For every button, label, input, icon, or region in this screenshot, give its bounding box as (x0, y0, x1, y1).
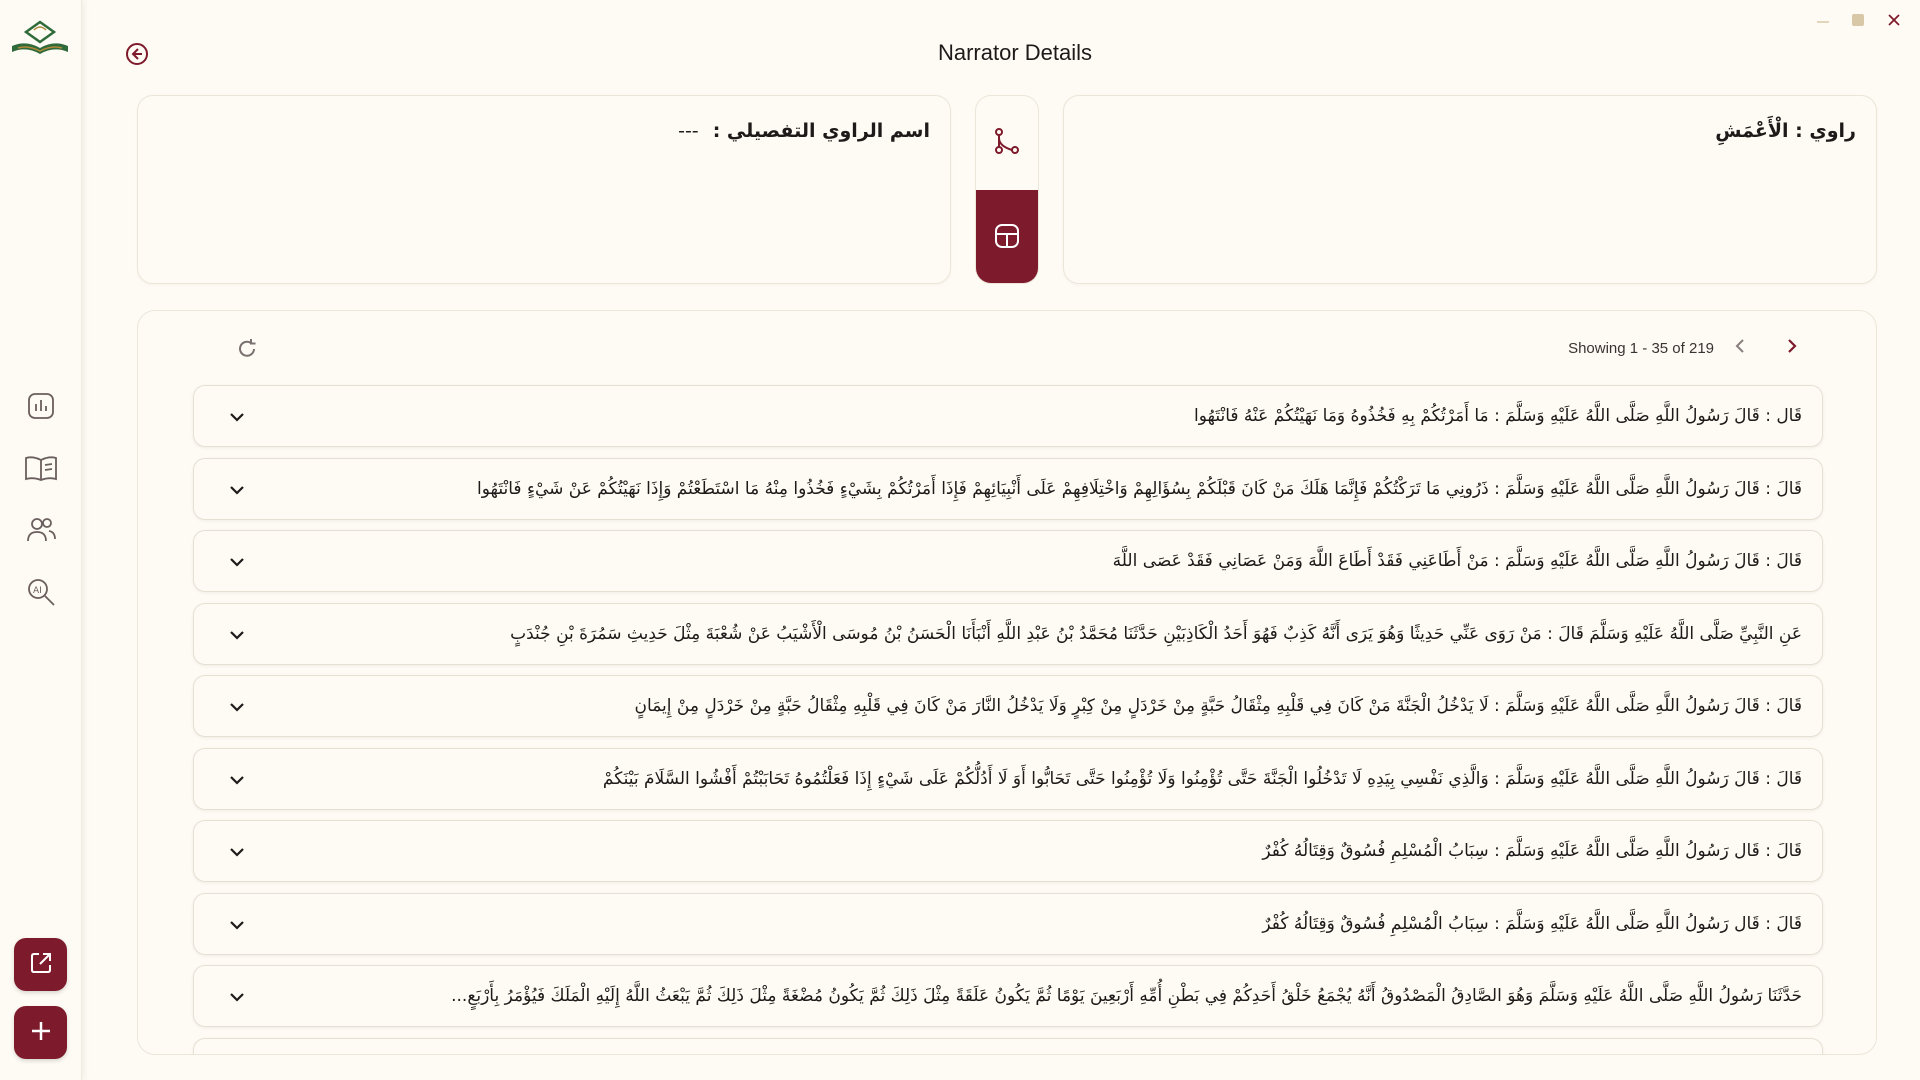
hadith-row-partial[interactable] (193, 1037, 1823, 1054)
tree-view-button[interactable] (976, 96, 1038, 190)
hadith-row[interactable]: قَال : قَالَ رَسُولُ اللَّهِ صَلَّى اللَ… (193, 385, 1823, 447)
tree-icon (992, 126, 1022, 160)
users-icon (25, 515, 57, 549)
hadith-row[interactable]: قَالَ : قَال رَسُولُ اللَّهِ صَلَّى اللَ… (193, 892, 1823, 955)
chevron-down-icon[interactable] (224, 549, 250, 575)
next-page-button[interactable] (1778, 335, 1804, 361)
hadith-text: قَالَ : قَال رَسُولُ اللَّهِ صَلَّى اللَ… (1262, 913, 1802, 934)
nav-ai-search[interactable]: AI (22, 575, 60, 613)
narrator-card: راوي : الْأَعْمَشِ (1063, 95, 1877, 284)
chevron-down-icon[interactable] (224, 404, 250, 430)
bar-chart-icon (26, 391, 56, 425)
chevron-left-icon (1733, 338, 1749, 358)
page-title: Narrator Details (937, 40, 1093, 65)
hadith-text: قَال : قَالَ رَسُولُ اللَّهِ صَلَّى اللَ… (1194, 406, 1802, 426)
minimize-icon (1815, 12, 1831, 32)
chevron-down-icon[interactable] (224, 477, 250, 503)
hadith-text: قَالَ : قَالَ رَسُولُ اللَّهِ صَلَّى الل… (1112, 551, 1802, 571)
hadith-row[interactable]: عَنِ النَّبِيِّ صَلَّى اللَّهُ عَلَيْهِ … (193, 602, 1823, 665)
hadith-row[interactable]: قَالَ : قَال رَسُولُ اللَّهِ صَلَّى اللَ… (193, 820, 1823, 882)
chevron-right-icon (1783, 338, 1799, 358)
close-button[interactable] (1884, 12, 1904, 32)
nav-stats[interactable] (22, 389, 60, 427)
hadith-row[interactable]: قَالَ : قَالَ رَسُولُ اللَّهِ صَلَّى الل… (193, 747, 1823, 810)
hadith-row[interactable]: قَالَ : قَالَ رَسُولُ اللَّهِ صَلَّى الل… (193, 530, 1823, 592)
book-icon (24, 453, 58, 487)
external-link-icon (28, 950, 54, 980)
chevron-down-icon[interactable] (224, 622, 250, 648)
nav-books[interactable] (22, 451, 60, 489)
hadith-list-panel: Showing 1 - 35 of 219 قَال : قَالَ رَسُو… (137, 310, 1877, 1055)
hadith-row[interactable]: حَدَّثَنَا رَسُولُ اللَّهِ صَلَّى اللَّه… (193, 965, 1823, 1027)
refresh-button[interactable] (234, 336, 260, 362)
narrator-detail-value: --- (678, 120, 699, 142)
view-toggle (975, 95, 1039, 284)
plus-icon (29, 1019, 53, 1047)
open-external-button[interactable] (14, 938, 67, 991)
hadith-text: قَالَ : قَالَ رَسُولُ اللَّهِ صَلَّى الل… (602, 768, 1802, 789)
chevron-down-icon[interactable] (224, 984, 250, 1010)
narrator-name: راوي : الْأَعْمَشِ (1715, 120, 1856, 142)
svg-text:AI: AI (33, 586, 42, 596)
prev-page-button[interactable] (1728, 335, 1754, 361)
ai-search-icon: AI (25, 576, 57, 612)
hadith-text: حَدَّثَنَا رَسُولُ اللَّهِ صَلَّى اللَّه… (451, 986, 1802, 1006)
sidebar: AI (0, 0, 82, 1080)
list-view-button[interactable] (976, 190, 1038, 283)
narrator-detail-label: اسم الراوي التفصيلي : (712, 120, 930, 142)
hadith-rows: قَال : قَالَ رَسُولُ اللَّهِ صَلَّى اللَ… (193, 385, 1823, 1054)
narrator-detail-card: اسم الراوي التفصيلي : --- (137, 95, 951, 284)
hadith-text: قَالَ : قَالَ رَسُولُ اللَّهِ صَلَّى الل… (634, 696, 1802, 716)
narrator-detail-text: اسم الراوي التفصيلي : --- (678, 120, 930, 142)
hadith-text: قَالَ : قَالَ رَسُولُ اللَّهِ صَلَّى الل… (477, 478, 1802, 499)
refresh-icon (234, 339, 260, 366)
hadith-row[interactable]: قَالَ : قَالَ رَسُولُ اللَّهِ صَلَّى الل… (193, 675, 1823, 737)
chevron-down-icon[interactable] (224, 767, 250, 793)
pagination-text: Showing 1 - 35 of 219 (1568, 340, 1714, 357)
maximize-icon (1850, 12, 1866, 32)
close-icon (1886, 12, 1902, 32)
add-button[interactable] (14, 1006, 67, 1059)
minimize-button[interactable] (1813, 12, 1833, 32)
hadith-text: قَالَ : قَال رَسُولُ اللَّهِ صَلَّى اللَ… (1262, 841, 1802, 861)
nav-narrators[interactable] (22, 513, 60, 551)
chevron-down-icon[interactable] (224, 694, 250, 720)
chevron-down-icon[interactable] (224, 839, 250, 865)
chevron-down-icon[interactable] (224, 912, 250, 938)
hadith-row[interactable]: قَالَ : قَالَ رَسُولُ اللَّهِ صَلَّى الل… (193, 457, 1823, 520)
maximize-button[interactable] (1848, 12, 1868, 32)
layout-icon (993, 222, 1021, 254)
hadith-text: عَنِ النَّبِيِّ صَلَّى اللَّهُ عَلَيْهِ … (510, 623, 1802, 644)
